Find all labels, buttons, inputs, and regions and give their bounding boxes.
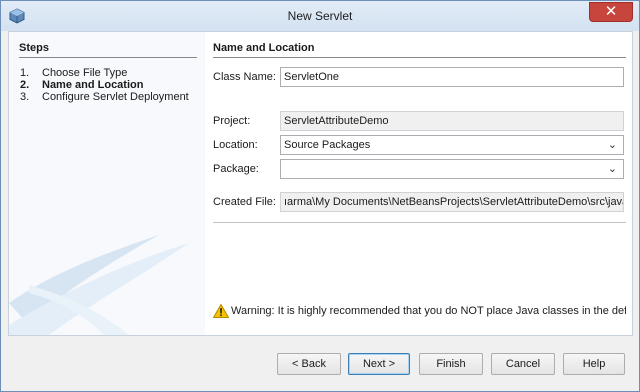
step-number: 2. bbox=[20, 79, 30, 91]
steps-heading: Steps bbox=[19, 42, 197, 58]
cancel-button[interactable]: Cancel bbox=[491, 353, 555, 375]
help-button[interactable]: Help bbox=[563, 353, 625, 375]
name-and-location-panel: Name and Location Class Name: ServletOne… bbox=[213, 32, 628, 335]
warning-message: Warning: It is highly recommended that y… bbox=[213, 304, 626, 318]
step-configure-servlet-deployment: 3. Configure Servlet Deployment bbox=[20, 91, 189, 103]
created-file-field: ıarma\My Documents\NetBeansProjects\Serv… bbox=[280, 192, 624, 212]
window-title: New Servlet bbox=[287, 9, 353, 23]
step-number: 3. bbox=[20, 91, 30, 103]
step-choose-file-type: 1. Choose File Type bbox=[20, 67, 127, 79]
package-label: Package: bbox=[213, 163, 259, 175]
step-label: Name and Location bbox=[42, 79, 144, 91]
back-button[interactable]: < Back bbox=[277, 353, 341, 375]
warning-text: Warning: It is highly recommended that y… bbox=[231, 304, 626, 317]
step-number: 1. bbox=[20, 67, 30, 79]
netbeans-swoosh-graphic bbox=[9, 235, 189, 335]
package-select[interactable]: ⌄ bbox=[280, 159, 624, 179]
new-servlet-dialog: New Servlet ✕ Steps 1. Choose File Type 2… bbox=[0, 0, 640, 392]
next-button[interactable]: Next > bbox=[348, 353, 410, 375]
location-select[interactable]: Source Packages ⌄ bbox=[280, 135, 624, 155]
panel-heading: Name and Location bbox=[213, 42, 626, 58]
steps-panel: Steps 1. Choose File Type 2. Name and Loca… bbox=[9, 32, 205, 335]
location-value: Source Packages bbox=[284, 139, 371, 151]
location-label: Location: bbox=[213, 139, 258, 151]
divider bbox=[213, 222, 626, 223]
project-field: ServletAttributeDemo bbox=[280, 111, 624, 131]
step-label: Choose File Type bbox=[42, 67, 128, 79]
created-file-label: Created File: bbox=[213, 196, 276, 208]
class-name-label: Class Name: bbox=[213, 71, 276, 83]
title-bar[interactable]: New Servlet ✕ bbox=[1, 1, 639, 31]
wizard-content: Steps 1. Choose File Type 2. Name and Loca… bbox=[8, 31, 633, 336]
close-button[interactable]: ✕ bbox=[589, 2, 633, 22]
project-label: Project: bbox=[213, 115, 251, 127]
step-name-and-location: 2. Name and Location bbox=[20, 79, 143, 91]
chevron-down-icon[interactable]: ⌄ bbox=[608, 160, 617, 178]
chevron-down-icon[interactable]: ⌄ bbox=[608, 136, 617, 154]
step-label: Configure Servlet Deployment bbox=[42, 91, 189, 103]
class-name-input[interactable]: ServletOne bbox=[280, 67, 624, 87]
finish-button[interactable]: Finish bbox=[419, 353, 483, 375]
warning-triangle-icon bbox=[213, 304, 229, 318]
